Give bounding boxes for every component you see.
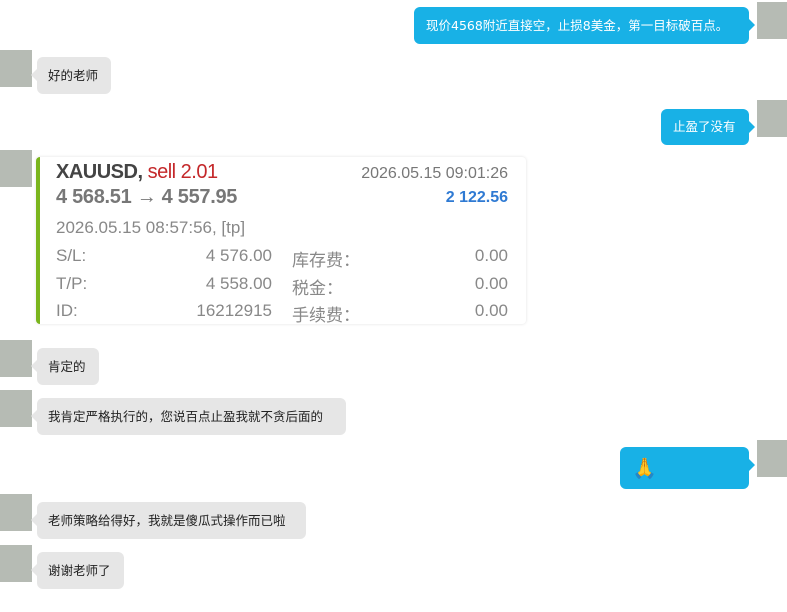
message-bubble[interactable]: 肯定的 (31, 348, 99, 385)
message-text: 谢谢老师了 (48, 562, 111, 578)
open-info: 2026.05.15 08:57:56, [tp] (56, 218, 246, 237)
message-bubble[interactable]: 谢谢老师了 (31, 552, 124, 589)
swap-label: 库存费： (292, 251, 360, 270)
message-text: 我肯定严格执行的，您说百点止盈我就不贪后面的 (48, 408, 324, 424)
id-label: ID: (56, 301, 78, 320)
message-bubble[interactable]: 🙏 (620, 447, 755, 489)
folded-hands-icon: 🙏 (632, 456, 657, 480)
message-bubble[interactable]: 现价4568附近直接空，止损8美金，第一目标破百点。 (414, 7, 755, 44)
avatar[interactable] (0, 545, 32, 582)
avatar[interactable] (757, 100, 787, 137)
avatar[interactable] (0, 340, 32, 377)
message-bubble[interactable]: 止盈了没有 (661, 109, 755, 145)
tax-value: 0.00 (474, 274, 508, 293)
trade-action: sell 2.01 (147, 161, 219, 183)
close-time: 2026.05.15 09:01:26 (361, 165, 508, 182)
message-text: 肯定的 (48, 358, 86, 374)
message-text: 现价4568附近直接空，止损8美金，第一目标破百点。 (426, 17, 729, 33)
avatar[interactable] (757, 2, 787, 39)
sl-label: S/L: (56, 246, 87, 265)
id-value: 16212915 (196, 301, 272, 320)
message-bubble[interactable]: 老师策略给得好，我就是傻瓜式操作而已啦 (31, 502, 306, 539)
message-text: 止盈了没有 (673, 119, 736, 134)
sl-value: 4 576.00 (205, 246, 272, 265)
swap-value: 0.00 (474, 246, 508, 265)
avatar[interactable] (0, 150, 32, 187)
trade-prices: 4 568.51 → 4 557.95 (56, 186, 238, 208)
tp-label: T/P: (56, 274, 88, 293)
avatar[interactable] (757, 440, 787, 477)
commission-label: 手续费： (292, 306, 360, 325)
message-text: 老师策略给得好，我就是傻瓜式操作而已啦 (48, 512, 286, 528)
message-bubble[interactable]: 我肯定严格执行的，您说百点止盈我就不贪后面的 (31, 398, 346, 435)
trade-card[interactable]: XAUUSD, sell 2.01 2026.05.15 09:01:26 4 … (36, 157, 526, 325)
message-text: 好的老师 (48, 67, 99, 83)
symbol-text: XAUUSD, (56, 161, 143, 183)
trade-profit: 2 122.56 (445, 189, 508, 206)
commission-value: 0.00 (474, 301, 508, 320)
avatar[interactable] (0, 50, 32, 87)
message-bubble[interactable]: 好的老师 (31, 57, 111, 94)
tp-value: 4 558.00 (205, 274, 272, 293)
tax-label: 税金： (292, 279, 343, 298)
avatar[interactable] (0, 494, 32, 531)
avatar[interactable] (0, 390, 32, 427)
trade-symbol: XAUUSD, sell 2.01 (56, 161, 218, 184)
